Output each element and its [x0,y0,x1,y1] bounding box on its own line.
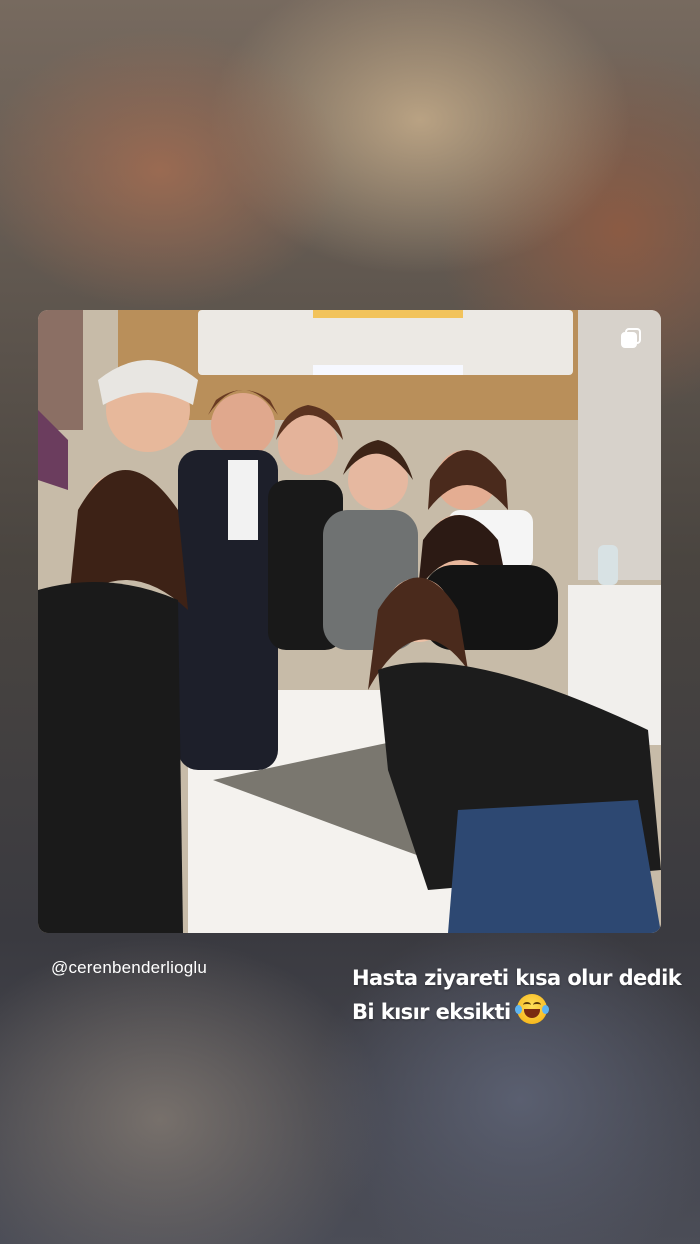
story-caption: Hasta ziyareti kısa olur dedik Bi kısır … [352,962,682,1028]
multiple-posts-icon [621,328,643,350]
shared-post-card[interactable] [38,310,661,933]
face-with-tears-of-joy-icon [514,994,549,1024]
post-photo [38,310,661,933]
caption-line-2: Bi kısır eksikti [352,1000,511,1024]
caption-line-1: Hasta ziyareti kısa olur dedik [352,966,682,990]
author-handle[interactable]: @cerenbenderlioglu [51,958,207,978]
